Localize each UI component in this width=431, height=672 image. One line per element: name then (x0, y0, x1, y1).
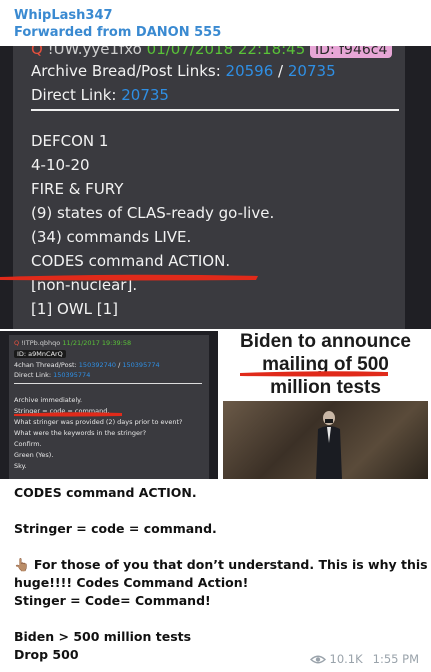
post2-line: What were the keywords in the stringer? (14, 429, 147, 437)
post-line-highlight: CODES command ACTION. (31, 252, 231, 270)
post-line: 4-10-20 (31, 156, 90, 174)
red-underline-mark (14, 412, 122, 417)
caption-line: Biden > 500 million tests (14, 629, 192, 644)
post-screenshot-image-2[interactable]: Q !ITPb.qbhqo 11/21/2017 19:39:58 ID: a9… (0, 331, 218, 479)
forwarded-from-label[interactable]: Forwarded from DANON 555 (14, 24, 221, 41)
post2-line: Archive immediately. (14, 396, 83, 404)
person-figure (316, 411, 342, 479)
sender-name[interactable]: WhipLash347 (14, 7, 221, 24)
red-underline-mark (240, 371, 388, 377)
view-count: 10.1K (329, 652, 363, 666)
caption-line: CODES command ACTION. (14, 485, 197, 500)
post2-line: Confirm. (14, 440, 42, 448)
post2-header-line: Q !ITPb.qbhqo 11/21/2017 19:39:58 (14, 339, 131, 347)
direct-label: Direct Link: (31, 86, 117, 104)
direct-label: Direct Link: (14, 371, 52, 379)
post2-id-line: ID: a9MnCArQ (14, 350, 66, 358)
post-date: 11/21/2017 19:39:58 (62, 339, 132, 347)
news-headline-image[interactable]: Biden to announce mailing of 500 million… (220, 331, 431, 479)
message-header: WhipLash347 Forwarded from DANON 555 (14, 7, 221, 41)
headline-line-1: Biden to announce (240, 331, 411, 352)
direct-link[interactable]: 20735 (121, 86, 169, 104)
caption-line: Stringer = code = command. (14, 521, 217, 536)
archive-label: Archive Bread/Post Links: (31, 62, 221, 80)
caption-line: huge!!!! Codes Command Action! (14, 575, 249, 590)
post-id-badge: ID: a9MnCArQ (14, 350, 66, 358)
post-header-line: Q !UW.yye1fxo 01/07/2018 22:18:45 ID: f9… (31, 46, 393, 58)
tripcode: !UW.yye1fxo (47, 46, 142, 58)
post-line: FIRE & FURY (31, 180, 124, 198)
post-divider (31, 109, 399, 111)
archive-link-1[interactable]: 20596 (226, 62, 274, 80)
post-panel: Q !UW.yye1fxo 01/07/2018 22:18:45 ID: f9… (13, 46, 405, 329)
direct-link-line: Direct Link: 20735 (31, 86, 169, 104)
news-photo (223, 401, 428, 479)
post2-line: What stringer was provided (2) days prio… (14, 418, 183, 426)
post-line: (34) commands LIVE. (31, 228, 192, 246)
message-bubble: WhipLash347 Forwarded from DANON 555 Q !… (0, 0, 431, 672)
post-line: DEFCON 1 (31, 132, 109, 150)
tripcode: !ITPb.qbhqo (21, 339, 61, 347)
archive-links-line: Archive Bread/Post Links: 20596 / 20735 (31, 62, 336, 80)
thread-label: 4chan Thread/Post: (14, 361, 77, 369)
direct-link[interactable]: 150395774 (53, 371, 90, 379)
thread-link-2[interactable]: 150395774 (122, 361, 159, 369)
headline-line-3: million tests (270, 377, 381, 398)
post2-line: Sky. (14, 462, 27, 470)
direct-link-line: Direct Link: 150395774 (14, 371, 90, 379)
post-screenshot-image[interactable]: Q !UW.yye1fxo 01/07/2018 22:18:45 ID: f9… (0, 46, 431, 329)
caption-line: Stinger = Code= Command! (14, 593, 211, 608)
views-eye-icon (309, 655, 326, 663)
thread-link-1[interactable]: 150392740 (79, 361, 116, 369)
post2-divider (14, 383, 202, 384)
post-line: [1] OWL [1] (31, 300, 119, 318)
archive-link-2[interactable]: 20735 (288, 62, 336, 80)
post2-line: Green (Yes). (14, 451, 54, 459)
caption-line (14, 538, 414, 556)
post-date: 01/07/2018 22:18:45 (146, 46, 306, 58)
thread-links-line: 4chan Thread/Post: 150392740 / 150395774 (14, 361, 160, 369)
message-meta: 10.1K 1:55 PM (309, 652, 419, 666)
post-panel-2: Q !ITPb.qbhqo 11/21/2017 19:39:58 ID: a9… (9, 335, 209, 479)
message-text: CODES command ACTION. Stringer = code = … (14, 484, 431, 664)
caption-line: 👆🏽 For those of you that don’t understan… (14, 557, 431, 572)
caption-line (14, 502, 414, 520)
q-label: Q (31, 46, 43, 58)
post-line: (9) states of CLAS-ready go-live. (31, 204, 275, 222)
caption-line (14, 610, 414, 628)
q-label: Q (14, 339, 20, 347)
slash: / (278, 62, 284, 80)
red-underline-mark (0, 274, 258, 281)
message-time: 1:55 PM (372, 652, 419, 666)
post-id-badge: ID: f946c4 (310, 46, 393, 58)
